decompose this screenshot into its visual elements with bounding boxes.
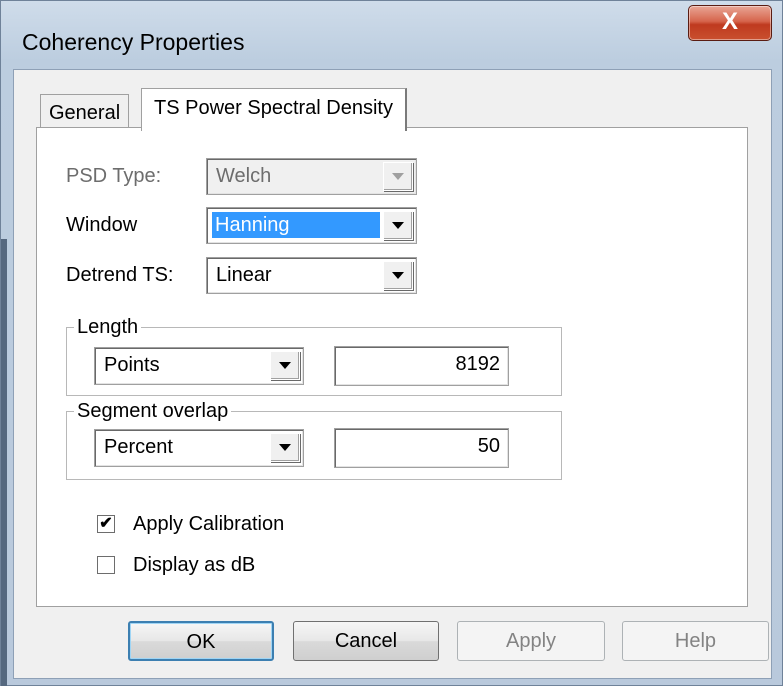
window-label: Window	[66, 214, 138, 236]
detrend-label: Detrend TS:	[66, 264, 174, 286]
dialog-window: Coherency Properties X General TS Power …	[0, 0, 783, 686]
cancel-button[interactable]: Cancel	[293, 621, 439, 661]
length-unit-value: Points	[104, 354, 160, 376]
window-edge	[1, 239, 7, 686]
display-db-label[interactable]: Display as dB	[133, 553, 255, 577]
length-input[interactable]: 8192	[334, 346, 509, 386]
window-select[interactable]: Hanning	[206, 207, 417, 244]
ok-button[interactable]: OK	[128, 621, 274, 661]
psd-type-select: Welch	[206, 158, 417, 195]
tab-ts-power-spectral-density[interactable]: TS Power Spectral Density	[141, 88, 407, 131]
chevron-down-icon[interactable]	[270, 351, 300, 380]
help-button: Help	[622, 621, 769, 661]
close-button[interactable]: X	[688, 5, 772, 41]
length-group-title: Length	[74, 316, 142, 338]
overlap-unit-select[interactable]: Percent	[94, 429, 304, 467]
tab-general[interactable]: General	[40, 94, 130, 128]
detrend-select[interactable]: Linear	[206, 257, 417, 294]
length-unit-select[interactable]: Points	[94, 347, 304, 385]
dialog-client-area: General TS Power Spectral Density PSD Ty…	[13, 69, 772, 679]
chevron-down-icon	[383, 162, 413, 191]
psd-tab-panel: PSD Type: Welch Window Hanning Detrend T…	[36, 127, 748, 607]
apply-calibration-checkbox[interactable]: ✔	[97, 515, 115, 533]
window-value: Hanning	[212, 212, 380, 238]
window-title: Coherency Properties	[22, 29, 245, 55]
overlap-input[interactable]: 50	[334, 428, 509, 468]
chevron-down-icon[interactable]	[383, 261, 413, 290]
chevron-down-icon[interactable]	[270, 433, 300, 462]
psd-type-label: PSD Type:	[66, 165, 162, 187]
segment-overlap-group-title: Segment overlap	[74, 400, 232, 422]
display-db-checkbox[interactable]	[97, 556, 115, 574]
psd-type-value: Welch	[216, 165, 272, 187]
detrend-value: Linear	[216, 264, 272, 286]
apply-calibration-label[interactable]: Apply Calibration	[133, 512, 284, 536]
apply-button: Apply	[457, 621, 605, 661]
overlap-unit-value: Percent	[104, 436, 173, 458]
close-icon: X	[721, 8, 738, 35]
chevron-down-icon[interactable]	[383, 211, 413, 240]
